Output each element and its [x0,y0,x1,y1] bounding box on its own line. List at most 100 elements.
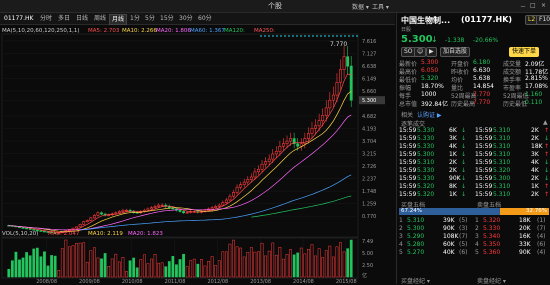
trade-cell: ↓ [461,191,467,198]
volume-bar [164,266,168,278]
play-icon[interactable]: ▶ [426,47,437,57]
price-axis-label: 3.215 [362,152,376,158]
related-label: 相关 [401,112,414,119]
volume-bar [135,267,139,278]
candle-body [39,230,43,232]
trade-cell: 5.320 [417,183,435,190]
tab-multiday[interactable]: 多日 [56,14,72,23]
trade-cell: 15:59 [475,175,493,182]
trade-cell: 5.310 [493,159,511,166]
trade-cell: 15:59 [399,127,417,134]
trade-cell: 5.330 [417,135,435,142]
candle-body [282,143,285,147]
depth-cell: 5.290 [407,233,425,240]
volume-bar [349,239,353,278]
badge-f10[interactable]: F10 [536,15,550,25]
tab-intraday[interactable]: 分时 [38,14,54,23]
date-axis-label: 2014/08 [293,279,314,284]
minimize-icon[interactable]: － [520,2,526,11]
trade-cell: ↓ [461,151,467,158]
quote-cell: 14.854 [473,83,494,90]
price-axis-label: 7.127 [362,51,376,57]
trade-cell: 15:59 [475,183,493,190]
candle-body [28,228,32,230]
kline-chart[interactable]: MA(5,10,20,60,120,250,1,1) MA5: 2.703 MA1… [0,25,395,284]
candle-body [349,65,353,101]
candle-body [328,99,332,109]
ma-legend-item: MA250: [254,28,275,34]
candle-body [299,143,303,147]
tab-weekly[interactable]: 周线 [92,14,108,23]
depth-cell: 60K [443,241,455,248]
candle-body [221,202,225,206]
depth-cell: 33K [519,241,531,248]
volume-bar [103,253,107,278]
tab-5min[interactable]: 5分 [143,14,157,23]
depth-cell: 39K [443,217,455,224]
menu-data[interactable]: 数据 ▾ [352,2,369,11]
volume-bar [10,260,14,278]
quote-row: 振幅 18.70% 量比 14.854 市盈率 17.08% [399,83,549,92]
trade-cell: ↑ [544,183,550,190]
quote-cell: 7.770 [473,91,491,98]
tab-30min[interactable]: 30分 [177,14,195,23]
candle-body [18,226,21,228]
tab-60min[interactable]: 60分 [196,14,214,23]
volume-bar [60,248,64,278]
candle-body [71,227,75,230]
candle-body [185,211,189,214]
candle-body [210,207,214,210]
add-watchlist-button[interactable]: 加自选股 [440,47,471,57]
candle-body [242,181,246,185]
date-axis-label: 2009/08 [79,279,100,284]
trade-cell: 5.320 [493,167,511,174]
related-link[interactable]: 认购证 ▶ [417,110,442,119]
trade-cell: ↓ [461,143,467,150]
scroll-up-icon[interactable]: ▲ [543,119,548,126]
volume-bar [185,266,189,278]
candle-body [43,230,46,233]
quick-order-button[interactable]: 快速下单 [509,47,540,57]
close-icon[interactable]: × [541,2,546,9]
depth-cell: 5.350 [483,241,501,248]
tab-daily[interactable]: 日线 [74,14,90,23]
volume-bar [232,239,235,278]
smile-icon[interactable]: ☺ [414,47,427,57]
trade-cell: 5.320 [417,191,435,198]
volume-bar [182,253,185,278]
quote-cell: 5.300 [421,59,439,66]
trade-cell: 5.310 [493,127,511,134]
trade-cell: 3K [531,151,539,158]
candle-body [289,138,293,142]
candle-body [214,206,218,208]
candle-body [239,184,243,188]
trade-cell: 15:59 [475,151,493,158]
candle-body [324,107,328,116]
tab-1min[interactable]: 1分 [128,14,142,23]
tab-monthly[interactable]: 月线 [109,14,128,25]
candle-body [25,227,29,230]
trade-row: 15:59 5.320 8K ↓ 15:59 5.310 1K ↑ [399,183,549,191]
candle-body [85,220,89,223]
candle-body [278,145,282,152]
candle-body [303,138,307,144]
volume-bar [160,262,164,278]
quote-cell: 17.08% [525,83,548,90]
candle-body [100,212,103,215]
candle-body [274,151,278,155]
candle-body [217,204,221,207]
quote-cell: 5.638 [473,75,491,82]
tab-code[interactable]: 01177.HK [2,14,38,23]
quote-row: 最低价 5.320 均价 5.638 换手率 2.815% [399,75,549,84]
depth-cell: 108K [443,233,459,240]
price-axis-label: 2.726 [362,164,376,170]
maximize-icon[interactable]: □ [530,2,536,9]
depth-cell: (6) [459,249,468,256]
quote-cell: 0.110 [525,99,543,106]
volume-bar [267,250,271,278]
trade-cell: ↑ [544,127,550,134]
menu-tools[interactable]: 工具 ▾ [372,2,389,11]
tab-15min[interactable]: 15分 [158,14,176,23]
window-title: 个股 [268,2,282,10]
depth-cell: 5.270 [407,249,425,256]
